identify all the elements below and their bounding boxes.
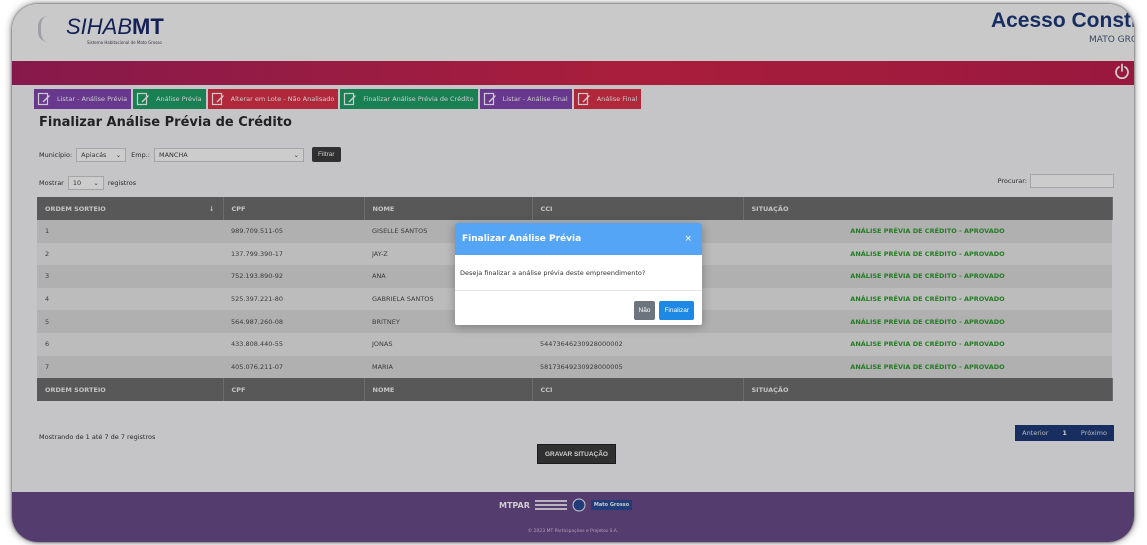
app-window: SIHABMT Sistema Habitacional de Mato Gro… <box>12 4 1134 542</box>
no-button[interactable]: Não <box>633 301 656 320</box>
dialog-header: Finalizar Análise Prévia × <box>455 223 702 255</box>
finish-button[interactable]: Finalizar <box>659 301 694 320</box>
dialog-message: Deseja finalizar a análise prévia deste … <box>460 268 646 277</box>
close-icon[interactable]: × <box>684 234 692 244</box>
confirm-dialog: Finalizar Análise Prévia × Deseja finali… <box>455 223 702 325</box>
dialog-footer: Não Finalizar <box>633 301 694 320</box>
dialog-title: Finalizar Análise Prévia <box>462 234 582 244</box>
dialog-body: Deseja finalizar a análise prévia deste … <box>455 255 702 291</box>
